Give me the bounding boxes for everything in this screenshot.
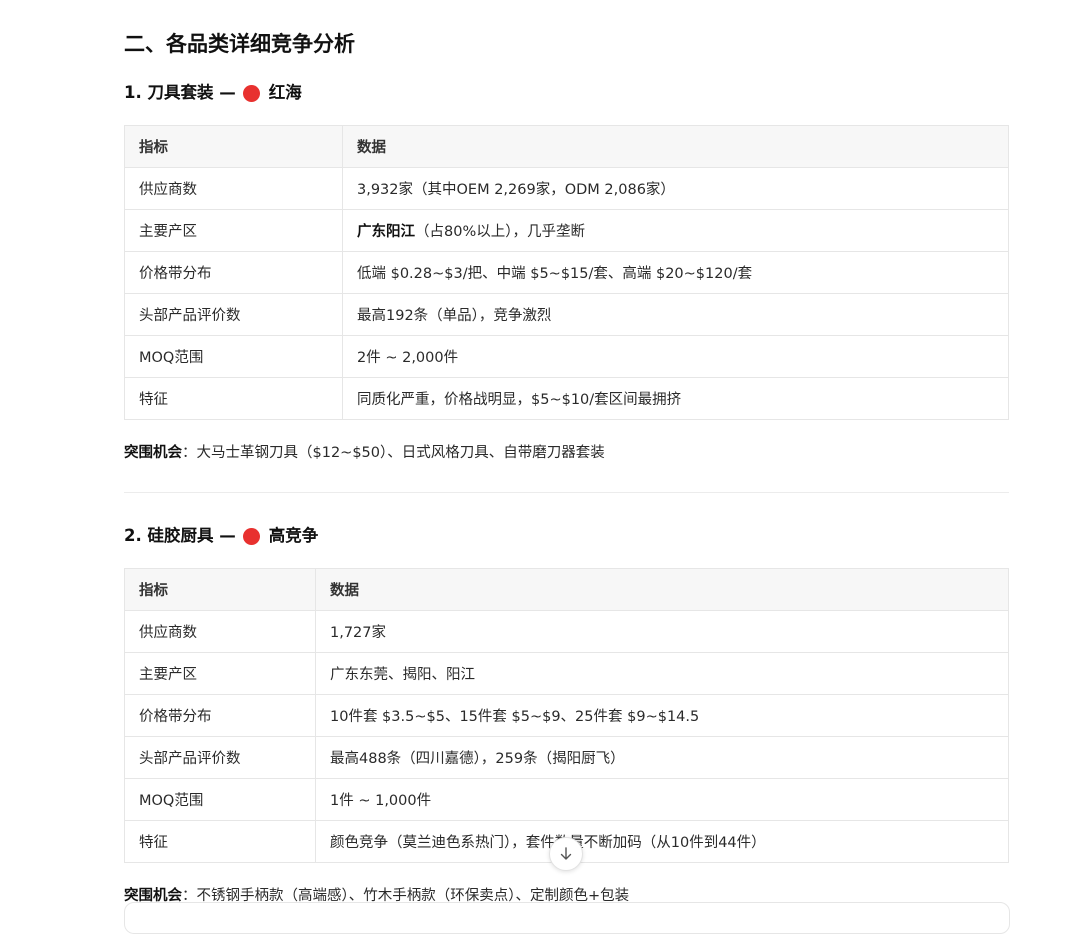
column-header: 数据 xyxy=(342,125,1009,168)
value-cell: 低端 $0.28~$3/把、中端 $5~$15/套、高端 $20~$120/套 xyxy=(342,251,1009,294)
opportunity-text: ：大马士革钢刀具（$12~$50）、日式风格刀具、自带磨刀器套装 xyxy=(182,445,605,461)
category-heading-silicone-kitchenware: 2. 硅胶厨具 — 高竞争 xyxy=(124,524,318,548)
table-row: 主要产区 广东东莞、揭阳、阳江 xyxy=(124,652,1009,695)
table-header-row: 指标 数据 xyxy=(124,125,1009,168)
value-cell: 1,727家 xyxy=(315,610,1009,653)
value-cell: 广东阳江（占80%以上），几乎垄断 xyxy=(342,209,1009,252)
value-cell: 最高488条（四川嘉德），259条（揭阳厨飞） xyxy=(315,736,1009,779)
metric-cell: MOQ范围 xyxy=(124,335,343,378)
red-circle-icon xyxy=(242,84,260,102)
metric-cell: 供应商数 xyxy=(124,167,343,210)
metric-cell: 价格带分布 xyxy=(124,251,343,294)
silicone-kitchenware-table: 指标 数据 供应商数 1,727家 主要产区 广东东莞、揭阳、阳江 价格带分布 … xyxy=(124,568,1009,863)
next-block-edge xyxy=(124,902,1010,934)
metric-cell: 供应商数 xyxy=(124,610,316,653)
arrow-down-icon xyxy=(560,847,572,860)
competition-level: 红海 xyxy=(268,83,302,102)
red-circle-icon xyxy=(242,527,260,545)
section-title: 二、各品类详细竞争分析 xyxy=(124,32,355,56)
metric-cell: 主要产区 xyxy=(124,652,316,695)
value-cell: 1件 ~ 1,000件 xyxy=(315,778,1009,821)
metric-cell: MOQ范围 xyxy=(124,778,316,821)
value-cell: 广东东莞、揭阳、阳江 xyxy=(315,652,1009,695)
opportunity-label: 突围机会 xyxy=(124,445,182,461)
column-header: 数据 xyxy=(315,568,1009,611)
value-rest: （占80%以上），几乎垄断 xyxy=(415,224,585,240)
value-cell: 3,932家（其中OEM 2,269家，ODM 2,086家） xyxy=(342,167,1009,210)
table-header-row: 指标 数据 xyxy=(124,568,1009,611)
metric-cell: 价格带分布 xyxy=(124,694,316,737)
category-title: 1. 刀具套装 — xyxy=(124,83,236,102)
value-cell: 2件 ~ 2,000件 xyxy=(342,335,1009,378)
knife-set-table: 指标 数据 供应商数 3,932家（其中OEM 2,269家，ODM 2,086… xyxy=(124,125,1009,420)
category-title: 2. 硅胶厨具 — xyxy=(124,526,236,545)
table-row: 特征 同质化严重，价格战明显，$5~$10/套区间最拥挤 xyxy=(124,377,1009,420)
metric-cell: 特征 xyxy=(124,377,343,420)
table-row: MOQ范围 1件 ~ 1,000件 xyxy=(124,778,1009,821)
value-cell: 10件套 $3.5~$5、15件套 $5~$9、25件套 $9~$14.5 xyxy=(315,694,1009,737)
table-row: 价格带分布 10件套 $3.5~$5、15件套 $5~$9、25件套 $9~$1… xyxy=(124,694,1009,737)
category-heading-knife-set: 1. 刀具套装 — 红海 xyxy=(124,81,302,105)
section-divider xyxy=(124,492,1009,493)
value-emphasis: 广东阳江 xyxy=(357,224,415,240)
table-row: 主要产区 广东阳江（占80%以上），几乎垄断 xyxy=(124,209,1009,252)
metric-cell: 主要产区 xyxy=(124,209,343,252)
column-header: 指标 xyxy=(124,125,343,168)
table-row: MOQ范围 2件 ~ 2,000件 xyxy=(124,335,1009,378)
column-header: 指标 xyxy=(124,568,316,611)
metric-cell: 头部产品评价数 xyxy=(124,293,343,336)
table-row: 头部产品评价数 最高192条（单品），竞争激烈 xyxy=(124,293,1009,336)
table-row: 供应商数 1,727家 xyxy=(124,610,1009,653)
metric-cell: 头部产品评价数 xyxy=(124,736,316,779)
metric-cell: 特征 xyxy=(124,820,316,863)
table-row: 头部产品评价数 最高488条（四川嘉德），259条（揭阳厨飞） xyxy=(124,736,1009,779)
competition-level: 高竞争 xyxy=(268,526,319,545)
value-cell: 同质化严重，价格战明显，$5~$10/套区间最拥挤 xyxy=(342,377,1009,420)
value-cell: 最高192条（单品），竞争激烈 xyxy=(342,293,1009,336)
table-row: 供应商数 3,932家（其中OEM 2,269家，ODM 2,086家） xyxy=(124,167,1009,210)
table-row: 价格带分布 低端 $0.28~$3/把、中端 $5~$15/套、高端 $20~$… xyxy=(124,251,1009,294)
value-cell: 颜色竞争（莫兰迪色系热门），套件数量不断加码（从10件到44件） xyxy=(315,820,1009,863)
scroll-to-bottom-button[interactable] xyxy=(549,837,583,871)
opportunity-paragraph: 突围机会：大马士革钢刀具（$12~$50）、日式风格刀具、自带磨刀器套装 xyxy=(124,442,605,464)
